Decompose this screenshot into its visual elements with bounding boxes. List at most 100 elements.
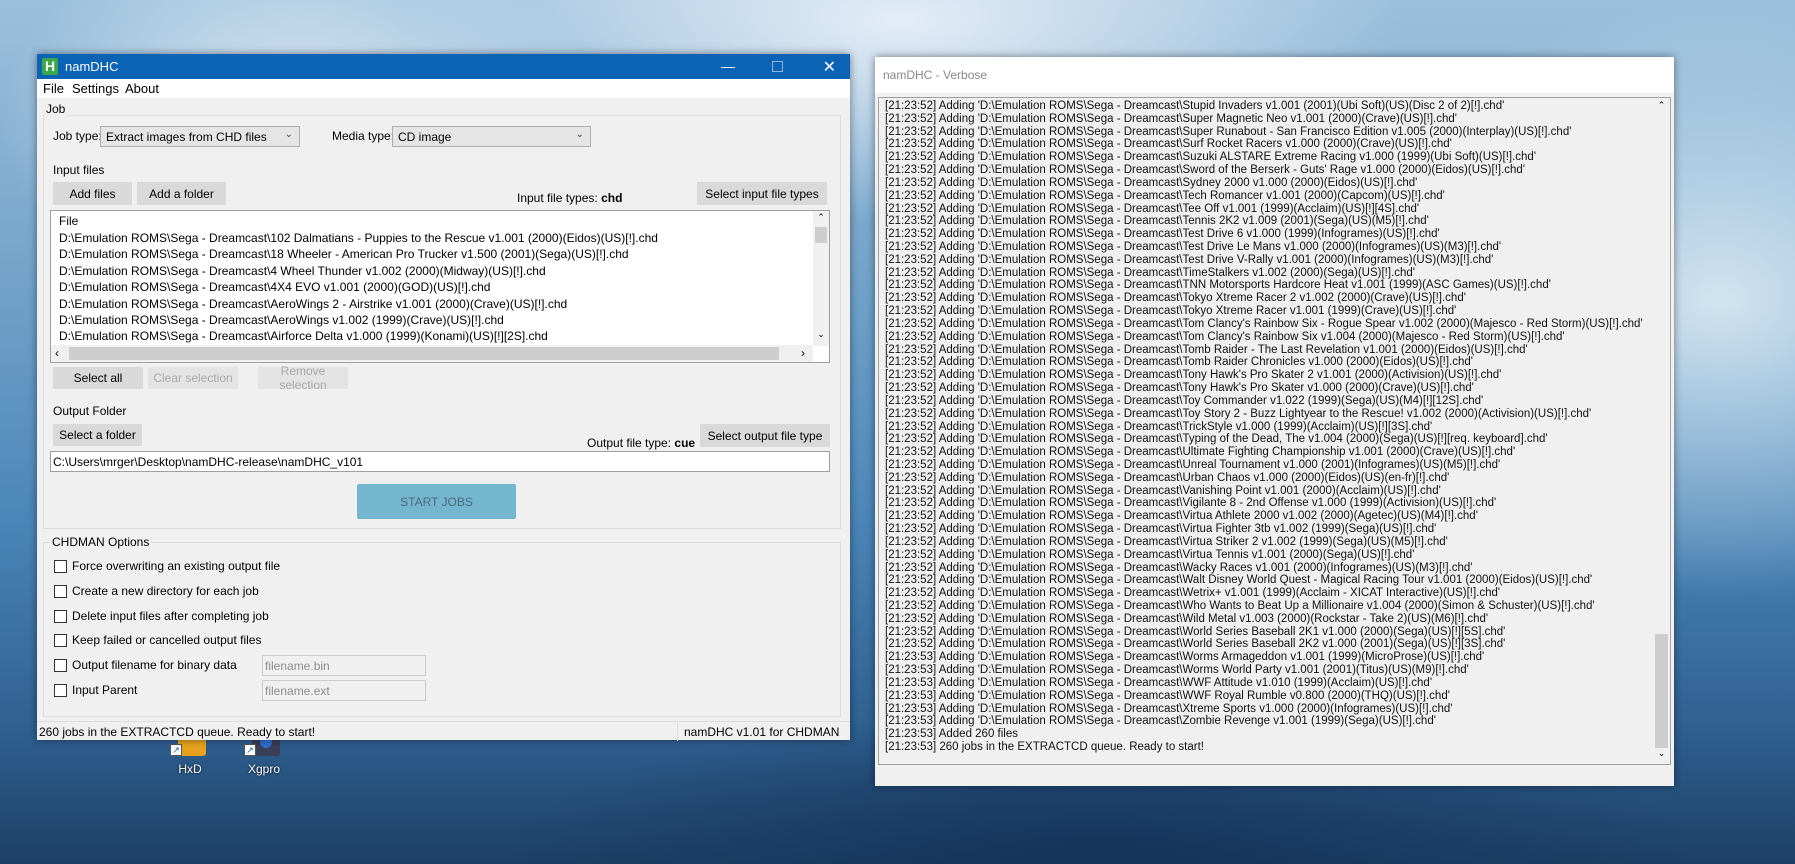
log-line: [21:23:52] Adding 'D:\Emulation ROMS\Seg… [885,112,1457,125]
file-list-item[interactable]: D:\Emulation ROMS\Sega - Dreamcast\4 Whe… [59,263,546,279]
option-filename-input[interactable]: filename.ext [262,680,426,701]
add-folder-button[interactable]: Add a folder [137,182,226,205]
file-list-item[interactable]: D:\Emulation ROMS\Sega - Dreamcast\AeroW… [59,312,504,328]
add-files-button[interactable]: Add files [53,182,132,205]
vertical-scrollbar[interactable]: ⌃ ⌄ [1653,98,1670,764]
log-line: [21:23:52] Adding 'D:\Emulation ROMS\Seg… [885,548,1415,561]
option-checkbox[interactable] [54,684,67,697]
option-label[interactable]: Input Parent [72,683,137,697]
log-line: [21:23:52] Adding 'D:\Emulation ROMS\Seg… [885,612,1489,625]
log-line: [21:23:52] Adding 'D:\Emulation ROMS\Seg… [885,151,1537,164]
scroll-thumb[interactable] [1655,634,1668,748]
option-label[interactable]: Delete input files after completing job [72,609,269,623]
option-label[interactable]: Create a new directory for each job [72,584,259,598]
option-checkbox[interactable] [54,634,67,648]
option-checkbox[interactable] [54,609,67,623]
window-title: namDHC [65,59,119,74]
verbose-title-bar[interactable]: namDHC - Verbose [875,57,1674,93]
option-label[interactable]: Output filename for binary data [72,658,237,672]
status-divider [677,722,678,741]
desktop-icon-label: Xgpro [247,762,281,776]
minimize-button[interactable]: — [721,58,735,74]
log-line: [21:23:52] Adding 'D:\Emulation ROMS\Seg… [885,164,1526,177]
log-line: [21:23:53] Adding 'D:\Emulation ROMS\Seg… [885,664,1469,677]
option-checkbox[interactable] [54,659,67,673]
log-line: [21:23:52] Adding 'D:\Emulation ROMS\Seg… [885,484,1441,497]
log-line: [21:23:52] Adding 'D:\Emulation ROMS\Seg… [885,330,1565,343]
maximize-button[interactable] [772,61,783,72]
horizontal-scrollbar[interactable]: ‹ › [51,345,813,362]
output-path-input[interactable]: C:\Users\mrger\Desktop\namDHC-release\na… [50,451,830,472]
version-text: namDHC v1.01 for CHDMAN [684,725,840,739]
scroll-up-icon[interactable]: ⌃ [813,212,829,223]
log-line: [21:23:52] Adding 'D:\Emulation ROMS\Seg… [885,446,1516,459]
menu-file[interactable]: File [43,81,64,96]
log-line: [21:23:52] Adding 'D:\Emulation ROMS\Seg… [885,382,1474,395]
log-line: [21:23:52] Adding 'D:\Emulation ROMS\Seg… [885,587,1501,600]
verbose-log[interactable]: [21:23:52] Adding 'D:\Emulation ROMS\Seg… [878,97,1671,765]
input-types-label: Input file types: [517,191,598,205]
start-jobs-button[interactable]: START JOBS [357,484,516,519]
menu-about[interactable]: About [125,81,159,96]
log-line: [21:23:52] Adding 'D:\Emulation ROMS\Seg… [885,176,1418,189]
vertical-scrollbar[interactable]: ⌃ ⌄ [813,211,829,346]
media-type-select[interactable]: CD image ⌄ [392,126,591,147]
option-filename-input[interactable]: filename.bin [262,655,426,677]
select-folder-button[interactable]: Select a folder [53,424,142,446]
media-type-value: CD image [398,130,452,144]
log-line: [21:23:52] Adding 'D:\Emulation ROMS\Seg… [885,189,1445,202]
job-type-value: Extract images from CHD files [106,130,267,144]
scroll-thumb[interactable] [815,227,827,243]
job-type-label: Job type: [53,129,102,143]
scroll-thumb[interactable] [69,347,779,360]
output-type-value: cue [674,436,696,450]
shortcut-arrow-icon: ↗ [170,744,182,756]
log-line: [21:23:52] Adding 'D:\Emulation ROMS\Seg… [885,510,1478,523]
verbose-window: namDHC - Verbose [21:23:52] Adding 'D:\E… [875,57,1674,786]
log-line: [21:23:52] Adding 'D:\Emulation ROMS\Seg… [885,433,1548,446]
file-list[interactable]: File D:\Emulation ROMS\Sega - Dreamcast\… [50,210,830,363]
log-line: [21:23:52] Adding 'D:\Emulation ROMS\Seg… [885,407,1592,420]
file-list-item[interactable]: D:\Emulation ROMS\Sega - Dreamcast\102 D… [59,230,658,246]
input-types-value: chd [601,191,623,205]
close-button[interactable]: ✕ [823,57,836,77]
select-all-button[interactable]: Select all [53,367,143,389]
log-line: [21:23:52] Adding 'D:\Emulation ROMS\Seg… [885,279,1551,292]
log-line: [21:23:52] Adding 'D:\Emulation ROMS\Seg… [885,497,1497,510]
log-line: [21:23:52] Adding 'D:\Emulation ROMS\Seg… [885,420,1433,433]
output-file-type: Output file type: cue [587,436,695,450]
scroll-down-icon[interactable]: ⌄ [1653,748,1670,759]
log-line: [21:23:52] Adding 'D:\Emulation ROMS\Seg… [885,394,1484,407]
scroll-left-icon[interactable]: ‹ [55,346,59,360]
clear-selection-button[interactable]: Clear selection [148,367,238,389]
log-line: [21:23:52] Adding 'D:\Emulation ROMS\Seg… [885,202,1420,215]
scroll-right-icon[interactable]: › [801,346,805,360]
scroll-up-icon[interactable]: ⌃ [1653,100,1670,111]
log-line: [21:23:52] Adding 'D:\Emulation ROMS\Seg… [885,369,1502,382]
log-line: [21:23:52] Adding 'D:\Emulation ROMS\Seg… [885,535,1448,548]
job-type-select[interactable]: Extract images from CHD files ⌄ [100,126,300,147]
file-list-item[interactable]: D:\Emulation ROMS\Sega - Dreamcast\AeroW… [59,296,567,312]
file-list-item[interactable]: D:\Emulation ROMS\Sega - Dreamcast\4X4 E… [59,279,490,295]
menu-settings[interactable]: Settings [72,81,119,96]
file-list-header[interactable]: File [59,213,78,229]
file-list-item[interactable]: D:\Emulation ROMS\Sega - Dreamcast\Airfo… [59,328,548,344]
option-checkbox[interactable] [54,560,67,573]
log-line: [21:23:52] Adding 'D:\Emulation ROMS\Seg… [885,356,1473,369]
media-type-label: Media type: [332,129,395,143]
select-output-type-button[interactable]: Select output file type [700,424,830,447]
log-line: [21:23:52] Adding 'D:\Emulation ROMS\Seg… [885,625,1506,638]
log-line: [21:23:53] Adding 'D:\Emulation ROMS\Seg… [885,676,1433,689]
option-label[interactable]: Keep failed or cancelled output files [72,633,261,647]
verbose-window-title: namDHC - Verbose [883,68,988,82]
remove-selection-button[interactable]: Remove selection [258,364,348,392]
log-line: [21:23:52] Adding 'D:\Emulation ROMS\Seg… [885,266,1416,279]
job-group-title: Job [44,102,68,116]
scroll-down-icon[interactable]: ⌄ [813,329,829,340]
select-input-types-button[interactable]: Select input file types [697,182,827,205]
file-list-item[interactable]: D:\Emulation ROMS\Sega - Dreamcast\18 Wh… [59,246,629,262]
log-line: [21:23:52] Adding 'D:\Emulation ROMS\Seg… [885,125,1572,138]
option-checkbox[interactable] [54,584,67,598]
title-bar[interactable]: H namDHC — ✕ [37,54,850,79]
option-label[interactable]: Force overwriting an existing output fil… [72,559,280,573]
